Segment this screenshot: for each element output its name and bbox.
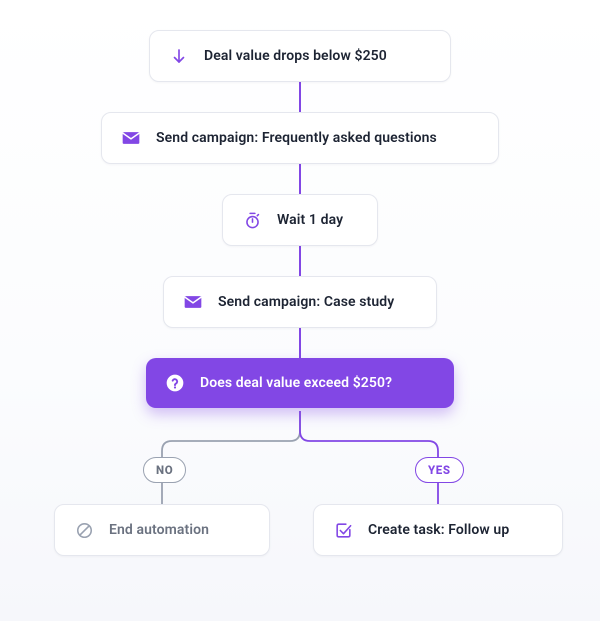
arrow-down-icon	[168, 45, 190, 67]
node-label: Does deal value exceed $250?	[200, 375, 392, 391]
node-label: End automation	[109, 522, 209, 538]
node-label: Send campaign: Frequently asked question…	[156, 130, 437, 146]
node-end-automation[interactable]: End automation	[54, 504, 270, 556]
node-create-task-followup[interactable]: Create task: Follow up	[313, 504, 563, 556]
node-wait[interactable]: Wait 1 day	[222, 194, 378, 246]
node-label: Send campaign: Case study	[218, 294, 394, 310]
envelope-icon	[182, 291, 204, 313]
connector-line	[299, 328, 301, 358]
node-label: Deal value drops below $250	[204, 48, 387, 64]
node-label: Wait 1 day	[277, 212, 343, 228]
stopwatch-icon	[241, 209, 263, 231]
branch-badge-yes: YES	[415, 457, 464, 483]
badge-label: NO	[156, 463, 173, 477]
node-label: Create task: Follow up	[368, 522, 509, 538]
node-send-faq[interactable]: Send campaign: Frequently asked question…	[101, 112, 499, 164]
node-condition-deal-exceed[interactable]: Does deal value exceed $250?	[146, 358, 454, 408]
checkbox-checked-icon	[332, 519, 354, 541]
automation-flow-canvas: Deal value drops below $250 Send campaig…	[0, 0, 600, 621]
node-send-case-study[interactable]: Send campaign: Case study	[163, 276, 437, 328]
prohibit-icon	[73, 519, 95, 541]
node-trigger-deal-drop[interactable]: Deal value drops below $250	[149, 30, 451, 82]
envelope-icon	[120, 127, 142, 149]
connector-line	[299, 246, 301, 276]
branch-badge-no: NO	[143, 457, 186, 483]
badge-label: YES	[428, 463, 451, 477]
connector-line	[299, 82, 301, 112]
question-circle-icon	[164, 372, 186, 394]
connector-line	[299, 164, 301, 194]
